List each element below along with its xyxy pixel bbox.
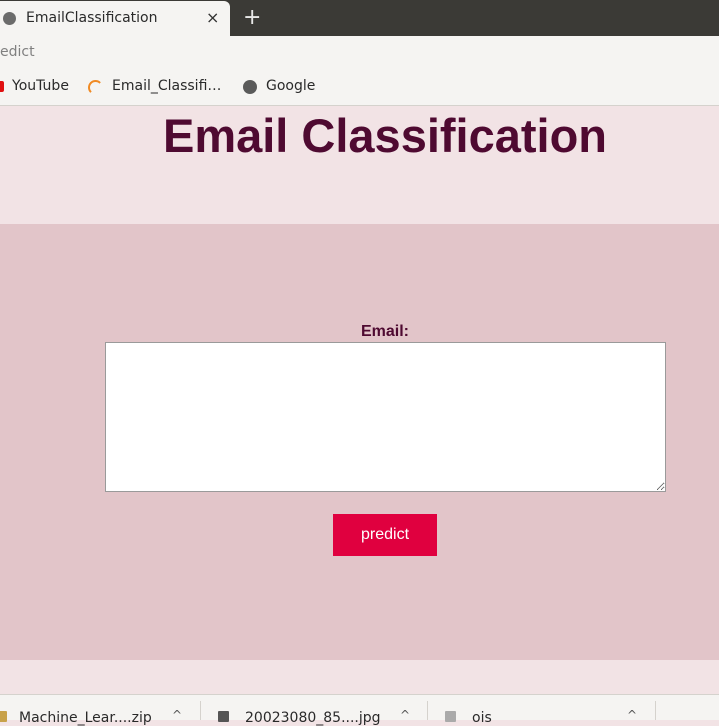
downloads-bar: Machine_Lear....zip ^ 20023080_85....jpg… xyxy=(0,694,719,726)
url-text[interactable]: edict xyxy=(0,44,35,60)
chevron-up-icon[interactable]: ^ xyxy=(172,708,182,722)
tab-title: EmailClassification xyxy=(26,10,158,26)
divider xyxy=(655,701,656,720)
new-tab-button[interactable]: + xyxy=(243,5,261,30)
email-input[interactable] xyxy=(105,342,666,492)
file-icon xyxy=(445,711,456,722)
globe-icon xyxy=(243,80,257,94)
youtube-icon xyxy=(0,81,4,92)
divider xyxy=(427,701,428,720)
email-form: Email: predict xyxy=(0,224,719,660)
tab-close-icon[interactable]: × xyxy=(206,8,219,27)
globe-icon xyxy=(3,12,16,25)
browser-tab[interactable]: EmailClassification × xyxy=(0,1,230,36)
page-title: Email Classification xyxy=(162,109,608,162)
divider xyxy=(200,701,201,720)
image-file-icon xyxy=(218,711,229,722)
tab-strip: EmailClassification × + xyxy=(0,0,719,36)
page-header: Email Classification xyxy=(0,106,719,224)
zip-file-icon xyxy=(0,711,7,722)
download-item[interactable]: ois xyxy=(472,710,492,726)
bookmark-youtube[interactable]: YouTube xyxy=(12,78,69,94)
bookmarks-bar: YouTube Email_Classifi… Google xyxy=(0,70,719,106)
predict-button[interactable]: predict xyxy=(333,514,437,556)
url-bar[interactable]: edict xyxy=(0,36,719,70)
page: Email Classification Email: predict xyxy=(0,106,719,694)
bookmark-google[interactable]: Google xyxy=(266,78,315,94)
bookmark-email-classification[interactable]: Email_Classifi… xyxy=(112,78,221,94)
chevron-up-icon[interactable]: ^ xyxy=(627,708,637,722)
email-label: Email: xyxy=(360,323,409,340)
loading-icon xyxy=(88,80,103,95)
download-item[interactable]: Machine_Lear....zip xyxy=(19,710,152,726)
chevron-up-icon[interactable]: ^ xyxy=(400,708,410,722)
download-item[interactable]: 20023080_85....jpg xyxy=(245,710,381,726)
